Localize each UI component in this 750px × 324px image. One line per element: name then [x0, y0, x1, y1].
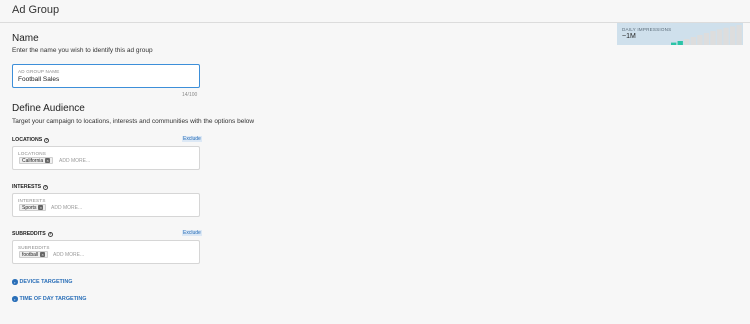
interest-tag: Sports ×	[19, 204, 47, 211]
interests-heading: INTERESTS ?	[12, 184, 49, 190]
locations-heading: LOCATIONS ?	[12, 137, 50, 143]
page-title: Ad Group	[12, 4, 60, 16]
close-icon[interactable]: ×	[40, 252, 46, 257]
time-of-day-targeting-label: TIME OF DAY TARGETING	[19, 296, 87, 302]
impressions-bar	[671, 42, 677, 45]
subreddits-heading-label: SUBREDDITS	[12, 231, 46, 237]
locations-field[interactable]: LOCATIONS California × ADD MORE...	[12, 146, 200, 170]
daily-impressions-card: DAILY IMPRESSIONS ~1M	[617, 23, 743, 45]
impressions-bar	[716, 29, 723, 45]
help-circle-icon[interactable]: ?	[47, 231, 53, 237]
impressions-bar	[723, 27, 729, 45]
impressions-bar	[710, 31, 716, 45]
close-icon[interactable]: ×	[38, 205, 44, 210]
ad-group-name-field[interactable]: AD GROUP NAME Football Sales	[12, 64, 200, 88]
locations-exclude-link[interactable]: Exclude	[182, 136, 202, 142]
help-circle-icon[interactable]: ?	[44, 137, 50, 143]
name-section-description: Enter the name you wish to identify this…	[12, 47, 153, 54]
daily-impressions-value: ~1M	[622, 33, 636, 40]
subreddits-add-more[interactable]: ADD MORE...	[53, 252, 84, 258]
subreddit-tag-label: football	[22, 251, 39, 258]
time-of-day-targeting-link[interactable]: › TIME OF DAY TARGETING	[12, 296, 87, 302]
impressions-bar-chart	[671, 25, 742, 45]
chevron-right-circle-icon: ›	[12, 279, 18, 285]
impressions-bar	[736, 25, 742, 45]
audience-section-description: Target your campaign to locations, inter…	[12, 118, 255, 125]
impressions-bar	[729, 26, 736, 45]
subreddits-field[interactable]: SUBREDDITS football × ADD MORE...	[12, 240, 200, 264]
ad-group-name-label: AD GROUP NAME	[18, 69, 60, 74]
impressions-bar	[697, 35, 703, 45]
subreddits-heading: SUBREDDITS ?	[12, 231, 53, 237]
close-icon[interactable]: ×	[45, 158, 51, 163]
interest-tag-label: Sports	[22, 204, 37, 211]
device-targeting-link[interactable]: › DEVICE TARGETING	[12, 279, 72, 285]
locations-add-more[interactable]: ADD MORE...	[59, 158, 90, 164]
interests-add-more[interactable]: ADD MORE...	[51, 205, 82, 211]
subreddit-tag: football ×	[19, 251, 49, 258]
ad-group-name-value[interactable]: Football Sales	[18, 76, 59, 83]
audience-section-title: Define Audience	[12, 103, 85, 114]
impressions-bar	[703, 33, 710, 45]
character-count: 14/100	[182, 92, 198, 98]
locations-field-label: LOCATIONS	[18, 151, 47, 156]
daily-impressions-label: DAILY IMPRESSIONS	[622, 27, 672, 32]
location-tag-label: California	[22, 157, 44, 164]
interests-field-label: INTERESTS	[18, 198, 46, 203]
impressions-bar	[677, 41, 683, 45]
locations-heading-label: LOCATIONS	[12, 137, 43, 143]
subreddits-field-label: SUBREDDITS	[18, 245, 50, 250]
help-circle-icon[interactable]: ?	[43, 184, 49, 190]
interests-field[interactable]: INTERESTS Sports × ADD MORE...	[12, 193, 200, 217]
device-targeting-label: DEVICE TARGETING	[19, 279, 73, 285]
subreddits-exclude-link[interactable]: Exclude	[182, 230, 202, 236]
impressions-bar	[684, 39, 690, 45]
impressions-bar	[690, 37, 696, 45]
chevron-right-circle-icon: ›	[12, 296, 18, 302]
name-section-title: Name	[12, 33, 39, 44]
interests-heading-label: INTERESTS	[12, 184, 42, 190]
location-tag: California ×	[19, 157, 54, 164]
